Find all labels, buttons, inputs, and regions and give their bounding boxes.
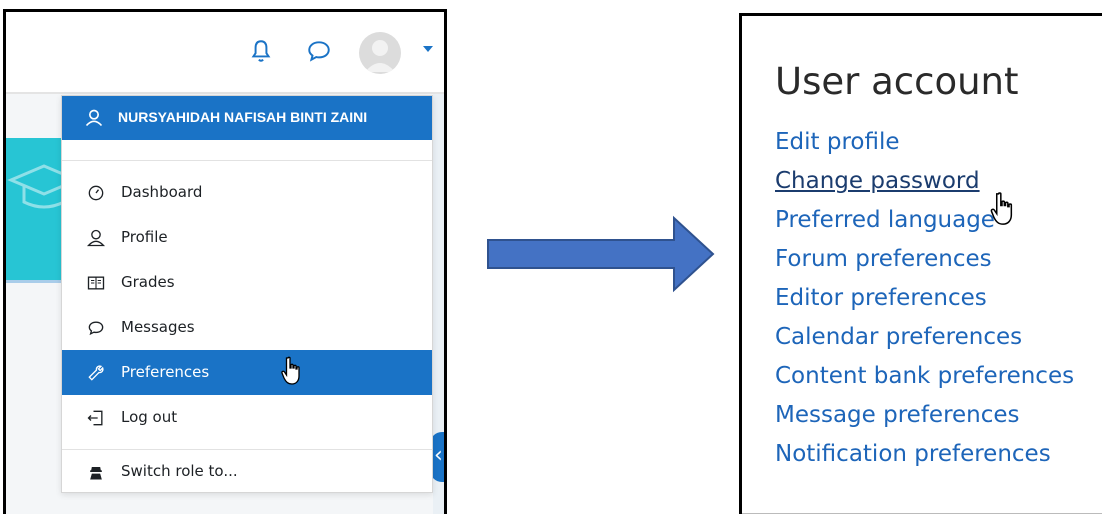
user-dropdown-menu: NURSYAHIDAH NAFISAH BINTI ZAINI Dashboar… <box>61 95 433 493</box>
menu-item-label: Switch role to... <box>121 462 238 480</box>
menu-item-label: Preferences <box>121 363 210 381</box>
calendar-preferences-link[interactable]: Calendar preferences <box>775 324 1022 350</box>
right-arrow-icon <box>487 215 715 293</box>
grades-book-icon <box>87 276 105 290</box>
menu-item-messages[interactable]: Messages <box>62 305 432 350</box>
dropdown-divider <box>62 449 432 450</box>
edit-profile-link[interactable]: Edit profile <box>775 129 900 155</box>
message-preferences-link[interactable]: Message preferences <box>775 402 1020 428</box>
menu-item-label: Profile <box>121 228 168 246</box>
menu-item-dashboard[interactable]: Dashboard <box>62 170 432 215</box>
editor-preferences-link[interactable]: Editor preferences <box>775 285 987 311</box>
user-avatar[interactable] <box>359 32 401 74</box>
chat-bubble-icon[interactable] <box>306 38 332 64</box>
dashboard-gauge-icon <box>88 185 104 201</box>
hand-cursor-icon <box>281 356 300 385</box>
menu-item-label: Dashboard <box>121 183 203 201</box>
menu-item-profile[interactable]: Profile <box>62 215 432 260</box>
user-icon <box>85 109 103 127</box>
change-password-link[interactable]: Change password <box>775 168 980 194</box>
dropdown-divider <box>62 160 432 161</box>
user-account-panel: User account Edit profile Change passwor… <box>739 13 1102 514</box>
notification-preferences-link[interactable]: Notification preferences <box>775 441 1051 467</box>
card-underline <box>6 280 61 283</box>
logout-icon <box>87 410 103 426</box>
bell-icon[interactable] <box>248 38 274 64</box>
menu-item-switch-role[interactable]: Switch role to... <box>62 452 432 492</box>
user-secret-icon <box>90 467 102 480</box>
menu-item-logout[interactable]: Log out <box>62 395 432 440</box>
hand-cursor-icon <box>990 192 1013 225</box>
wrench-icon <box>88 365 104 381</box>
user-menu-caret-icon[interactable] <box>423 46 433 52</box>
moodle-screenshot-left: ‹ NURSYAHIDAH NAFISAH BINTI ZAINI Dashbo… <box>3 9 447 514</box>
dropdown-user-header[interactable]: NURSYAHIDAH NAFISAH BINTI ZAINI <box>62 96 432 140</box>
menu-item-label: Messages <box>121 318 195 336</box>
user-icon <box>87 229 105 247</box>
dropdown-user-name: NURSYAHIDAH NAFISAH BINTI ZAINI <box>118 109 368 125</box>
forum-preferences-link[interactable]: Forum preferences <box>775 246 992 272</box>
menu-item-label: Grades <box>121 273 175 291</box>
content-bank-preferences-link[interactable]: Content bank preferences <box>775 363 1074 389</box>
menu-item-label: Log out <box>121 408 178 426</box>
chat-bubble-icon <box>88 321 104 336</box>
preferred-language-link[interactable]: Preferred language <box>775 207 995 233</box>
menu-item-preferences[interactable]: Preferences <box>62 350 432 395</box>
menu-item-grades[interactable]: Grades <box>62 260 432 305</box>
user-account-heading: User account <box>775 60 1019 103</box>
